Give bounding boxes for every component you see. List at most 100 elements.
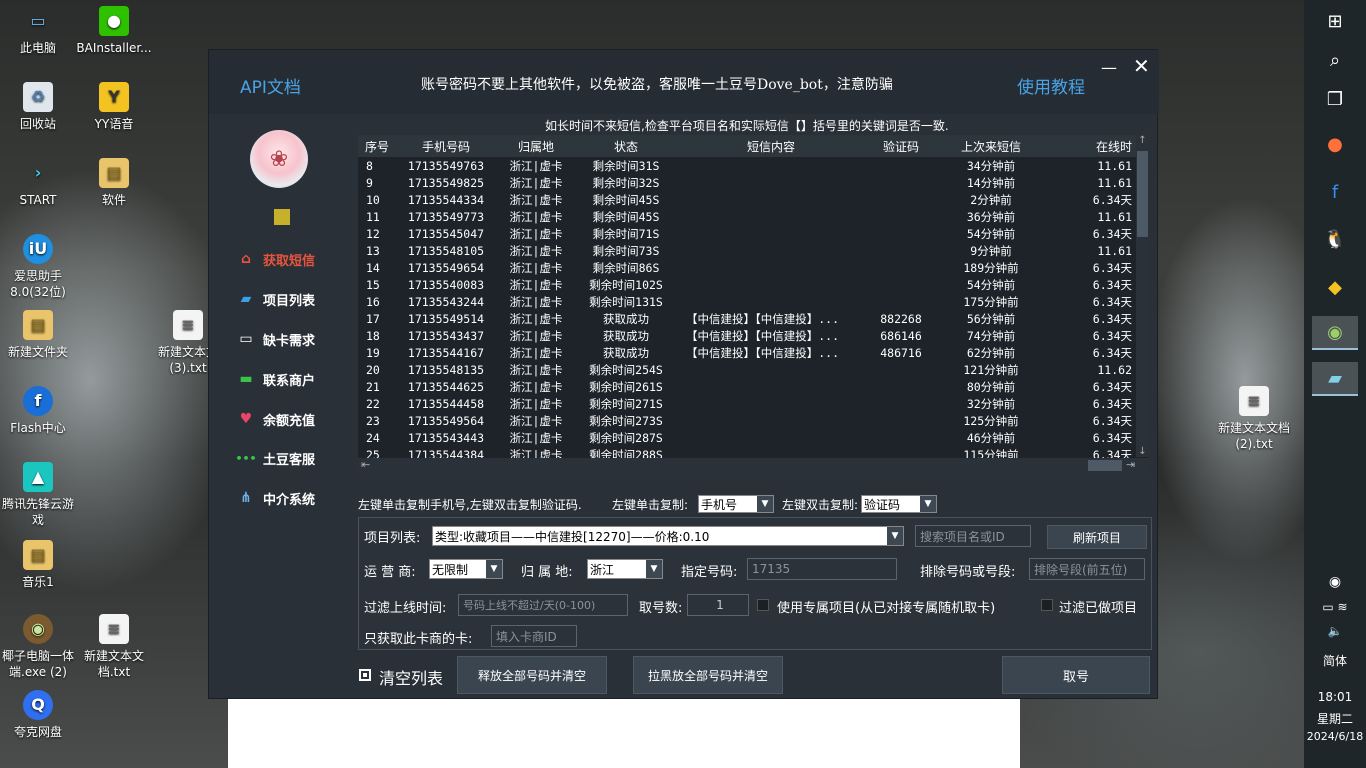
cell-last-sms[interactable]: 54分钟前 — [936, 225, 1046, 242]
cell-sms[interactable] — [676, 157, 866, 174]
table-row[interactable]: 16 17135543244 浙江|虚卡 剩余时间131S 175分钟前 6.34天 — [358, 293, 1136, 310]
cell-phone[interactable]: 17135543244 — [396, 293, 496, 310]
cell-region[interactable]: 浙江|虚卡 — [496, 395, 576, 412]
cell-last-sms[interactable]: 32分钟前 — [936, 395, 1046, 412]
taskbar-coconut[interactable]: ◉ — [1312, 316, 1358, 350]
region-select[interactable]: 浙江 ▼ — [587, 559, 663, 579]
cell-status[interactable]: 剩余时间254S — [576, 361, 676, 378]
cell-online[interactable]: 11.61 — [1046, 208, 1136, 225]
cell-online[interactable]: 6.34天 — [1046, 429, 1136, 446]
cell-code[interactable] — [866, 191, 936, 208]
nav-get-sms[interactable]: ⌂ 获取短信 — [235, 248, 375, 270]
clear-list-checkbox[interactable] — [359, 669, 371, 681]
cell-seq[interactable]: 17 — [358, 310, 396, 327]
count-input[interactable]: 1 — [687, 594, 749, 616]
close-button[interactable]: ✕ — [1133, 54, 1150, 78]
cell-online[interactable]: 6.34天 — [1046, 225, 1136, 242]
scroll-down-icon[interactable]: ↓ — [1136, 446, 1149, 457]
cell-online[interactable]: 6.34天 — [1046, 395, 1136, 412]
cell-sms[interactable] — [676, 293, 866, 310]
cell-sms[interactable] — [676, 361, 866, 378]
cell-last-sms[interactable]: 2分钟前 — [936, 191, 1046, 208]
cell-online[interactable]: 6.34天 — [1046, 310, 1136, 327]
cell-code[interactable]: 882268 — [866, 310, 936, 327]
cell-last-sms[interactable]: 54分钟前 — [936, 276, 1046, 293]
scroll-thumb[interactable] — [1088, 460, 1122, 471]
cell-sms[interactable] — [676, 395, 866, 412]
cell-last-sms[interactable]: 46分钟前 — [936, 429, 1046, 446]
cell-phone[interactable]: 17135549564 — [396, 412, 496, 429]
cell-phone[interactable]: 17135548105 — [396, 242, 496, 259]
cell-status[interactable]: 剩余时间271S — [576, 395, 676, 412]
cell-code[interactable] — [866, 259, 936, 276]
scroll-thumb[interactable] — [1137, 151, 1148, 237]
cell-last-sms[interactable]: 62分钟前 — [936, 344, 1046, 361]
cell-last-sms[interactable]: 14分钟前 — [936, 174, 1046, 191]
cell-region[interactable]: 浙江|虚卡 — [496, 361, 576, 378]
table-row[interactable]: 24 17135543443 浙江|虚卡 剩余时间287S 46分钟前 6.34天 — [358, 429, 1136, 446]
cell-sms[interactable]: 【中信建投】【中信建投】... — [676, 344, 866, 361]
cell-region[interactable]: 浙江|虚卡 — [496, 276, 576, 293]
cell-region[interactable]: 浙江|虚卡 — [496, 259, 576, 276]
cell-sms[interactable] — [676, 259, 866, 276]
cell-status[interactable]: 剩余时间31S — [576, 157, 676, 174]
cell-code[interactable] — [866, 242, 936, 259]
cell-status[interactable]: 剩余时间73S — [576, 242, 676, 259]
nav-agent-system[interactable]: ⋔ 中介系统 — [235, 487, 375, 509]
vertical-scrollbar[interactable]: ↑ ↓ — [1136, 135, 1149, 457]
cell-phone[interactable]: 17135544458 — [396, 395, 496, 412]
scroll-up-icon[interactable]: ↑ — [1136, 135, 1149, 146]
cell-region[interactable]: 浙江|虚卡 — [496, 174, 576, 191]
cell-online[interactable]: 6.34天 — [1046, 412, 1136, 429]
col-status[interactable]: 状态 — [576, 135, 676, 157]
cell-code[interactable] — [866, 361, 936, 378]
desktop-icon-start[interactable]: › START — [0, 158, 76, 208]
table-row[interactable]: 21 17135544625 浙江|虚卡 剩余时间261S 80分钟前 6.34天 — [358, 378, 1136, 395]
cell-seq[interactable]: 23 — [358, 412, 396, 429]
tray-record[interactable]: ◉ — [1312, 570, 1358, 594]
cell-online[interactable]: 11.61 — [1046, 157, 1136, 174]
cell-online[interactable]: 6.34天 — [1046, 293, 1136, 310]
col-code[interactable]: 验证码 — [866, 135, 936, 157]
cell-sms[interactable] — [676, 208, 866, 225]
cell-region[interactable]: 浙江|虚卡 — [496, 191, 576, 208]
search-button[interactable]: ⌕ — [1312, 43, 1358, 77]
cell-code[interactable] — [866, 429, 936, 446]
horizontal-scrollbar[interactable]: ⇤ ⇥ — [358, 458, 1149, 473]
carrier-select[interactable]: 无限制 ▼ — [429, 559, 503, 579]
taskbar-flash[interactable]: f — [1312, 175, 1358, 209]
cell-seq[interactable]: 21 — [358, 378, 396, 395]
avatar[interactable]: ❀ — [250, 130, 308, 188]
desktop-icon-new-folder[interactable]: ▤ 新建文件夹 — [0, 310, 76, 360]
cell-sms[interactable] — [676, 174, 866, 191]
nav-card-demand[interactable]: ▭ 缺卡需求 — [235, 328, 375, 350]
col-phone[interactable]: 手机号码 — [396, 135, 496, 157]
cell-region[interactable]: 浙江|虚卡 — [496, 208, 576, 225]
table-row[interactable]: 17 17135549514 浙江|虚卡 获取成功 【中信建投】【中信建投】... 882… — [358, 310, 1136, 327]
merchant-input[interactable]: 填入卡商ID — [491, 625, 577, 647]
nav-recharge[interactable]: ♥ 余额充值 — [235, 408, 375, 430]
cell-online[interactable]: 6.34天 — [1046, 259, 1136, 276]
cell-phone[interactable]: 17135544167 — [396, 344, 496, 361]
cell-code[interactable] — [866, 276, 936, 293]
cell-online[interactable]: 6.34天 — [1046, 378, 1136, 395]
cell-seq[interactable]: 12 — [358, 225, 396, 242]
cell-seq[interactable]: 15 — [358, 276, 396, 293]
desktop-icon-recycle-bin[interactable]: ♻ 回收站 — [0, 82, 76, 132]
cell-code[interactable] — [866, 412, 936, 429]
cell-region[interactable]: 浙江|虚卡 — [496, 344, 576, 361]
desktop-icon-coconut[interactable]: ◉ 椰子电脑一体 端.exe (2) — [0, 614, 76, 680]
cell-status[interactable]: 获取成功 — [576, 310, 676, 327]
desktop-icon-music[interactable]: ▤ 音乐1 — [0, 540, 76, 590]
clear-list-label[interactable]: 清空列表 — [379, 665, 443, 689]
taskbar-firefox[interactable]: ● — [1312, 127, 1358, 161]
cell-status[interactable]: 获取成功 — [576, 327, 676, 344]
cell-status[interactable]: 剩余时间32S — [576, 174, 676, 191]
desktop-icon-tencent-game[interactable]: ▲ 腾讯先锋云游 戏 — [0, 462, 76, 528]
table-row[interactable]: 19 17135544167 浙江|虚卡 获取成功 【中信建投】【中信建投】... 486… — [358, 344, 1136, 361]
cell-status[interactable]: 获取成功 — [576, 344, 676, 361]
cell-region[interactable]: 浙江|虚卡 — [496, 225, 576, 242]
cell-online[interactable]: 6.34天 — [1046, 344, 1136, 361]
project-search-input[interactable]: 搜索项目名或ID — [915, 525, 1031, 547]
cell-last-sms[interactable]: 34分钟前 — [936, 157, 1046, 174]
